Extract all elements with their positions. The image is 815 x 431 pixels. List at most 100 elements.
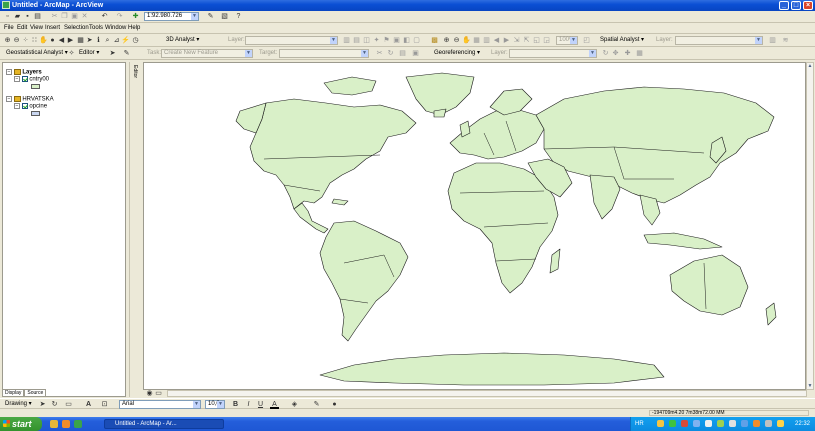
layout-tool-icon[interactable]: ✋ [462,36,471,45]
open-folder-icon[interactable]: ▰ [13,12,22,21]
layout-tool-icon[interactable]: ⇲ [512,36,521,45]
georef-layer-combo[interactable]: ▼ [509,49,597,58]
paste-icon[interactable]: ▣ [70,12,79,21]
task-combo[interactable]: Create New Feature ▼ [161,49,253,58]
quick-launch-folder-icon[interactable] [50,420,58,428]
zoom-in-icon[interactable]: ⊕ [3,36,12,45]
layer-symbol-swatch[interactable] [31,111,40,116]
geostatistical-analyst-menu[interactable]: Geostatistical Analyst ▾ [6,49,68,58]
edit-vertices-icon[interactable]: ⊡ [100,400,109,409]
tray-icon[interactable] [693,420,700,427]
menu-tools[interactable]: Tools [89,23,103,33]
save-icon[interactable]: ▪ [23,12,32,21]
scale-combo[interactable]: 1:92.980.726 ▼ [144,12,199,21]
bold-button[interactable]: B [231,400,240,409]
underline-button[interactable]: U [256,400,265,409]
tray-icon[interactable] [681,420,688,427]
tray-icon[interactable] [705,420,712,427]
close-button[interactable]: × [803,1,813,10]
3d-tool-icon[interactable]: ▤ [352,36,361,45]
attributes-icon[interactable]: ▤ [398,49,407,58]
pan-icon[interactable]: ✋ [39,36,48,45]
3d-tool-icon[interactable]: ▥ [342,36,351,45]
layout-tool-icon[interactable]: ⊕ [442,36,451,45]
tab-source[interactable]: Source [24,389,47,397]
print-icon[interactable]: ▤ [33,12,42,21]
time-slider-icon[interactable]: ◷ [131,36,140,45]
layout-tool-icon[interactable]: ◰ [582,36,591,45]
add-control-points-icon[interactable]: ✚ [623,49,632,58]
layout-view-icon[interactable]: ▭ [154,389,163,398]
scroll-down-icon[interactable]: ▼ [807,383,813,389]
hyperlink-icon[interactable]: ⚡ [121,36,130,45]
spatial-layer-combo[interactable]: ▼ [675,36,763,45]
tray-icon[interactable] [729,420,736,427]
tab-display[interactable]: Display [2,389,25,397]
select-elements-icon[interactable]: ➤ [85,36,94,45]
split-tool-icon[interactable]: ✂ [375,49,384,58]
new-text-icon[interactable]: A [84,400,93,409]
tray-icon[interactable] [657,420,664,427]
menu-window[interactable]: Window [105,23,126,33]
menu-file[interactable]: File [4,23,14,33]
target-combo[interactable]: ▼ [279,49,369,58]
3d-tool-icon[interactable]: ⚑ [382,36,391,45]
undo-icon[interactable]: ↶ [100,12,109,21]
redo-icon[interactable]: ↷ [115,12,124,21]
shift-georef-icon[interactable]: ✥ [611,49,620,58]
contour-icon[interactable]: ≋ [781,36,790,45]
3d-tool-icon[interactable]: ▣ [392,36,401,45]
maximize-button[interactable]: □ [791,1,801,10]
histogram-icon[interactable]: ▥ [768,36,777,45]
fixed-zoom-out-icon[interactable]: ∷ [30,36,39,45]
chevron-down-icon[interactable]: ▼ [191,13,198,20]
collapse-icon[interactable]: − [6,69,12,75]
collapse-icon[interactable]: − [14,76,20,82]
cut-icon[interactable]: ✂ [50,12,59,21]
3d-tool-icon[interactable]: ▢ [412,36,421,45]
tray-icon[interactable] [669,420,676,427]
layout-tool-icon[interactable]: ▶ [502,36,511,45]
add-data-icon[interactable]: ✚ [131,12,140,21]
rectangle-icon[interactable]: ▭ [64,400,73,409]
tray-icon[interactable] [777,420,784,427]
select-elements-icon[interactable]: ➤ [38,400,47,409]
sketch-tool-icon[interactable]: ✎ [122,49,131,58]
menu-edit[interactable]: Edit [17,23,27,33]
tray-icon[interactable] [753,420,760,427]
menu-selection[interactable]: Selection [64,23,89,33]
font-color-icon[interactable]: A [270,400,279,409]
layer-visibility-checkbox[interactable] [21,103,28,109]
forward-icon[interactable]: ▶ [66,36,75,45]
layout-tool-icon[interactable]: ◲ [542,36,551,45]
fixed-zoom-in-icon[interactable]: ⁘ [21,36,30,45]
scroll-up-icon[interactable]: ▲ [807,63,813,69]
quick-launch-browser-icon[interactable] [62,420,70,428]
chevron-down-icon[interactable]: ▼ [217,401,224,408]
layout-tool-icon[interactable]: ⊖ [452,36,461,45]
geostat-wizard-icon[interactable]: ✧ [67,49,76,58]
fill-color-icon[interactable]: ◈ [290,400,299,409]
georeferencing-menu[interactable]: Georeferencing ▾ [434,49,480,58]
line-color-icon[interactable]: ✎ [312,400,321,409]
arctoolbox-icon[interactable]: ▧ [220,12,229,21]
layout-tool-icon[interactable]: ▦ [472,36,481,45]
sketch-properties-icon[interactable]: ▣ [411,49,420,58]
chevron-down-icon[interactable]: ▼ [755,37,762,44]
measure-icon[interactable]: ⊿ [112,36,121,45]
3d-tool-icon[interactable]: ◧ [402,36,411,45]
drawing-menu[interactable]: Drawing ▾ [5,400,32,409]
back-icon[interactable]: ◀ [57,36,66,45]
editor-toolbar-icon[interactable]: ✎ [206,12,215,21]
find-icon[interactable]: ⌕ [103,36,112,45]
toc-layer-opcine[interactable]: − opcine [14,103,47,111]
taskbar-window-arcmap[interactable]: Untitled - ArcMap - Ar... [104,419,224,429]
layout-tool-icon[interactable]: ◀ [492,36,501,45]
spatial-analyst-menu[interactable]: Spatial Analyst ▾ [600,36,644,45]
3d-analyst-menu[interactable]: 3D Analyst ▾ [166,36,199,45]
tray-icon[interactable] [765,420,772,427]
map-vertical-scrollbar[interactable]: ▲ ▼ [806,62,814,390]
zoom-percent-combo[interactable]: 100% ▼ [556,36,578,45]
rotate-icon[interactable]: ↻ [50,400,59,409]
toc-layer-cntry00[interactable]: − cntry00 [14,76,49,84]
